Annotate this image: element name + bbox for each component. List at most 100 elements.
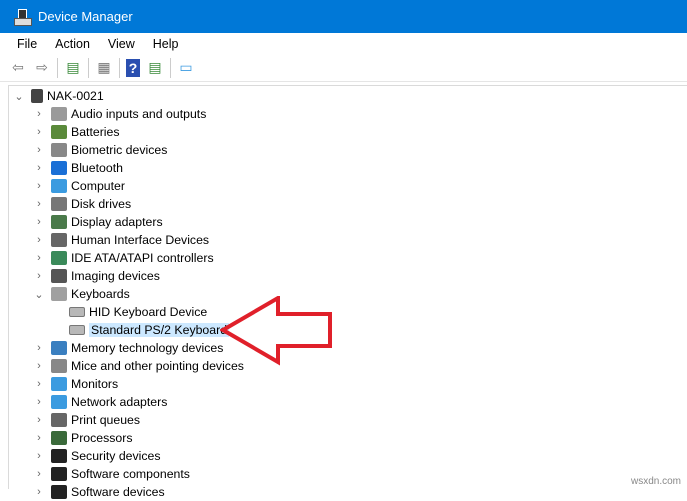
chevron-right-icon[interactable]: › [33, 432, 45, 444]
tree-category[interactable]: › Print queues [33, 411, 140, 429]
category-icon [51, 413, 67, 427]
category-icon [51, 233, 67, 247]
properties-icon[interactable]: ▦ [95, 59, 113, 77]
category-label: Bluetooth [71, 161, 123, 175]
tree-category[interactable]: › Computer [33, 177, 125, 195]
category-label: Memory technology devices [71, 341, 224, 355]
keyboard-icon [69, 307, 85, 317]
separator [57, 57, 58, 78]
category-label: Mice and other pointing devices [71, 359, 244, 373]
tree-category[interactable]: › Mice and other pointing devices [33, 357, 244, 375]
tree-category[interactable]: › Security devices [33, 447, 161, 465]
category-label: Human Interface Devices [71, 233, 210, 247]
menu-help[interactable]: Help [144, 37, 188, 51]
computer-icon [31, 89, 43, 103]
tree-category[interactable]: › Software components [33, 465, 190, 483]
category-icon [51, 161, 67, 175]
category-icon [51, 287, 67, 301]
category-icon [51, 341, 67, 355]
tree-category[interactable]: › Memory technology devices [33, 339, 223, 357]
tree-category[interactable]: › Audio inputs and outputs [33, 105, 206, 123]
category-label: Network adapters [71, 395, 168, 409]
category-label: Display adapters [71, 215, 163, 229]
tree-category[interactable]: › Disk drives [33, 195, 131, 213]
category-icon [51, 395, 67, 409]
category-icon [51, 197, 67, 211]
chevron-right-icon[interactable]: › [33, 378, 45, 390]
chevron-right-icon[interactable]: › [33, 270, 45, 282]
chevron-down-icon[interactable]: ⌄ [33, 288, 45, 301]
back-icon[interactable]: ⇦ [9, 59, 27, 77]
tree-category[interactable]: › Bluetooth [33, 159, 123, 177]
chevron-right-icon[interactable]: › [33, 144, 45, 156]
tree-category[interactable]: › IDE ATA/ATAPI controllers [33, 249, 214, 267]
chevron-right-icon[interactable]: › [33, 180, 45, 192]
tree-category[interactable]: › Monitors [33, 375, 118, 393]
category-label: Disk drives [71, 197, 132, 211]
tree-category[interactable]: › Biometric devices [33, 141, 167, 159]
device-tree: ⌄ NAK-0021 › Audio inputs and outputs › Bat… [8, 85, 687, 499]
watermark: wsxdn.com [630, 476, 681, 487]
tree-category[interactable]: ⌄ Keyboards [33, 285, 130, 303]
tree-category[interactable]: › Display adapters [33, 213, 163, 231]
category-icon [51, 485, 67, 499]
chevron-right-icon[interactable]: › [33, 396, 45, 408]
category-icon [51, 449, 67, 463]
tree-category[interactable]: › Processors [33, 429, 133, 447]
tree-root[interactable]: ⌄ NAK-0021 [13, 87, 104, 105]
tree-device[interactable]: HID Keyboard Device [63, 303, 207, 321]
tree-category[interactable]: › Software devices [33, 483, 165, 501]
separator [119, 57, 120, 78]
chevron-right-icon[interactable]: › [33, 342, 45, 354]
chevron-down-icon[interactable]: ⌄ [13, 90, 25, 103]
tree-device[interactable]: Standard PS/2 Keyboard [63, 321, 230, 339]
category-label: Print queues [71, 413, 141, 427]
show-hide-console-tree-icon[interactable]: ▤ [64, 59, 82, 77]
category-label: Keyboards [71, 287, 130, 301]
menu-bar: File Action View Help [0, 33, 687, 54]
category-label: Computer [71, 179, 125, 193]
category-label: Software devices [71, 485, 165, 499]
category-label: IDE ATA/ATAPI controllers [71, 251, 214, 265]
root-label: NAK-0021 [47, 89, 104, 103]
chevron-right-icon[interactable]: › [33, 108, 45, 120]
menu-view[interactable]: View [99, 37, 144, 51]
menu-file[interactable]: File [8, 37, 46, 51]
run-action-icon[interactable]: ▤ [146, 59, 164, 77]
tree-category[interactable]: › Network adapters [33, 393, 167, 411]
keyboard-icon [69, 325, 85, 335]
category-label: Processors [71, 431, 133, 445]
tree-category[interactable]: › Imaging devices [33, 267, 160, 285]
chevron-right-icon[interactable]: › [33, 252, 45, 264]
device-label: HID Keyboard Device [89, 305, 208, 319]
category-label: Audio inputs and outputs [71, 107, 207, 121]
tree-category[interactable]: › Human Interface Devices [33, 231, 209, 249]
chevron-right-icon[interactable]: › [33, 414, 45, 426]
chevron-right-icon[interactable]: › [33, 468, 45, 480]
chevron-right-icon[interactable]: › [33, 216, 45, 228]
toolbar: ⇦ ⇨ ▤ ▦ ? ▤ ▭ [0, 54, 687, 82]
device-manager-icon [14, 8, 32, 26]
chevron-right-icon[interactable]: › [33, 162, 45, 174]
chevron-right-icon[interactable]: › [33, 486, 45, 498]
category-label: Imaging devices [71, 269, 160, 283]
help-icon[interactable]: ? [126, 58, 140, 77]
tree-category[interactable]: › Batteries [33, 123, 120, 141]
title-bar: Device Manager [0, 0, 687, 33]
chevron-right-icon[interactable]: › [33, 450, 45, 462]
category-icon [51, 269, 67, 283]
chevron-right-icon[interactable]: › [33, 198, 45, 210]
category-label: Software components [71, 467, 190, 481]
category-icon [51, 125, 67, 139]
category-icon [51, 377, 67, 391]
category-label: Biometric devices [71, 143, 168, 157]
chevron-right-icon[interactable]: › [33, 234, 45, 246]
forward-icon[interactable]: ⇨ [33, 59, 51, 77]
category-icon [51, 215, 67, 229]
scan-hardware-icon[interactable]: ▭ [177, 59, 195, 77]
chevron-right-icon[interactable]: › [33, 126, 45, 138]
chevron-right-icon[interactable]: › [33, 360, 45, 372]
category-icon [51, 431, 67, 445]
category-icon [51, 251, 67, 265]
menu-action[interactable]: Action [46, 37, 99, 51]
